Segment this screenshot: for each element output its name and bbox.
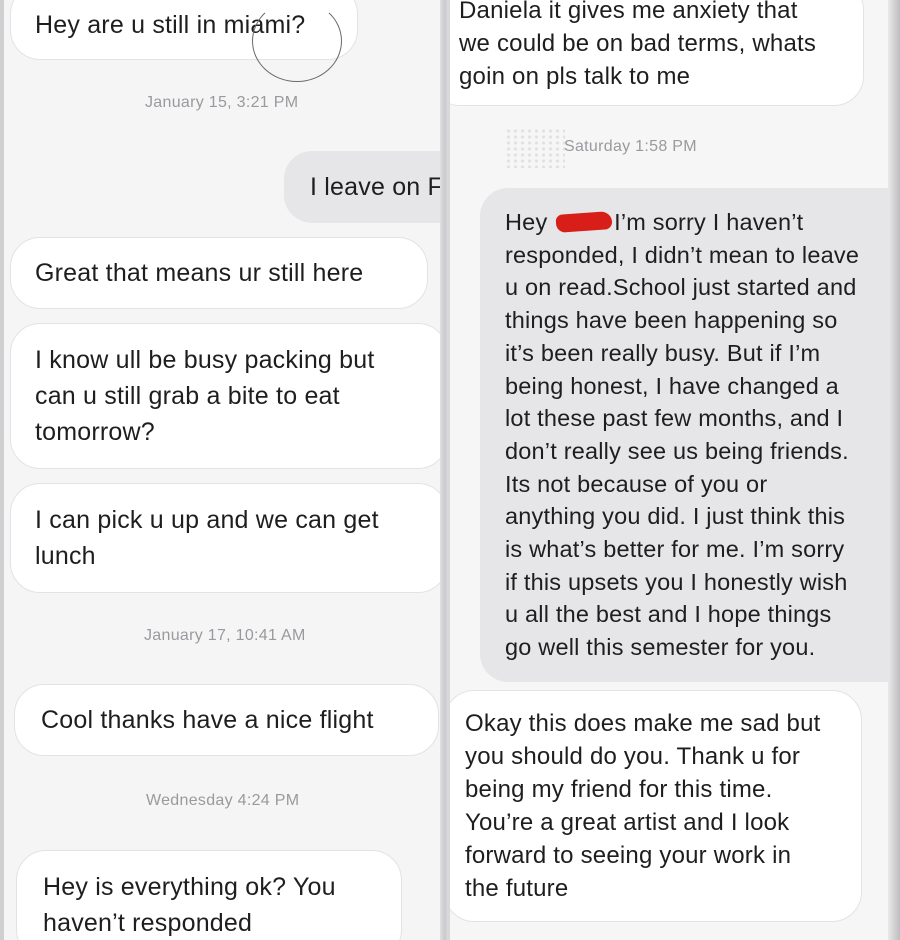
- incoming-message-pick-u-up: I can pick u up and we can get lunch: [10, 483, 447, 593]
- incoming-message-grab-a-bite: I know ull be busy packing but can u sti…: [10, 323, 447, 469]
- incoming-message-still-here: Great that means ur still here: [10, 237, 428, 309]
- timestamp-wednesday: Wednesday 4:24 PM: [146, 792, 300, 809]
- red-redaction-mark: [555, 210, 613, 233]
- reply-first-line: Hey I’m sorry I haven’t: [505, 209, 804, 235]
- pen-scribble-mark: [252, 0, 342, 82]
- incoming-message-nice-flight: Cool thanks have a nice flight: [14, 684, 439, 756]
- scan-noise-speck: [505, 128, 565, 168]
- left-conversation-panel: Hey are u still in miami? January 15, 3:…: [0, 0, 447, 940]
- outgoing-message-leave: I leave on F: [284, 151, 447, 223]
- outgoing-message-long-reply: Hey I’m sorry I haven’t responded, I did…: [480, 188, 890, 682]
- timestamp-jan-17: January 17, 10:41 AM: [144, 627, 306, 644]
- timestamp-jan-15: January 15, 3:21 PM: [145, 94, 299, 111]
- incoming-message-anxiety: Daniela it gives me anxiety that we coul…: [450, 0, 864, 106]
- timestamp-saturday: Saturday 1:58 PM: [564, 138, 697, 155]
- right-conversation-panel: Daniela it gives me anxiety that we coul…: [447, 0, 900, 940]
- incoming-message-okay-sad: Okay this does make me sad but you shoul…: [450, 690, 862, 922]
- incoming-message-everything-ok: Hey is everything ok? You haven’t respon…: [16, 850, 402, 940]
